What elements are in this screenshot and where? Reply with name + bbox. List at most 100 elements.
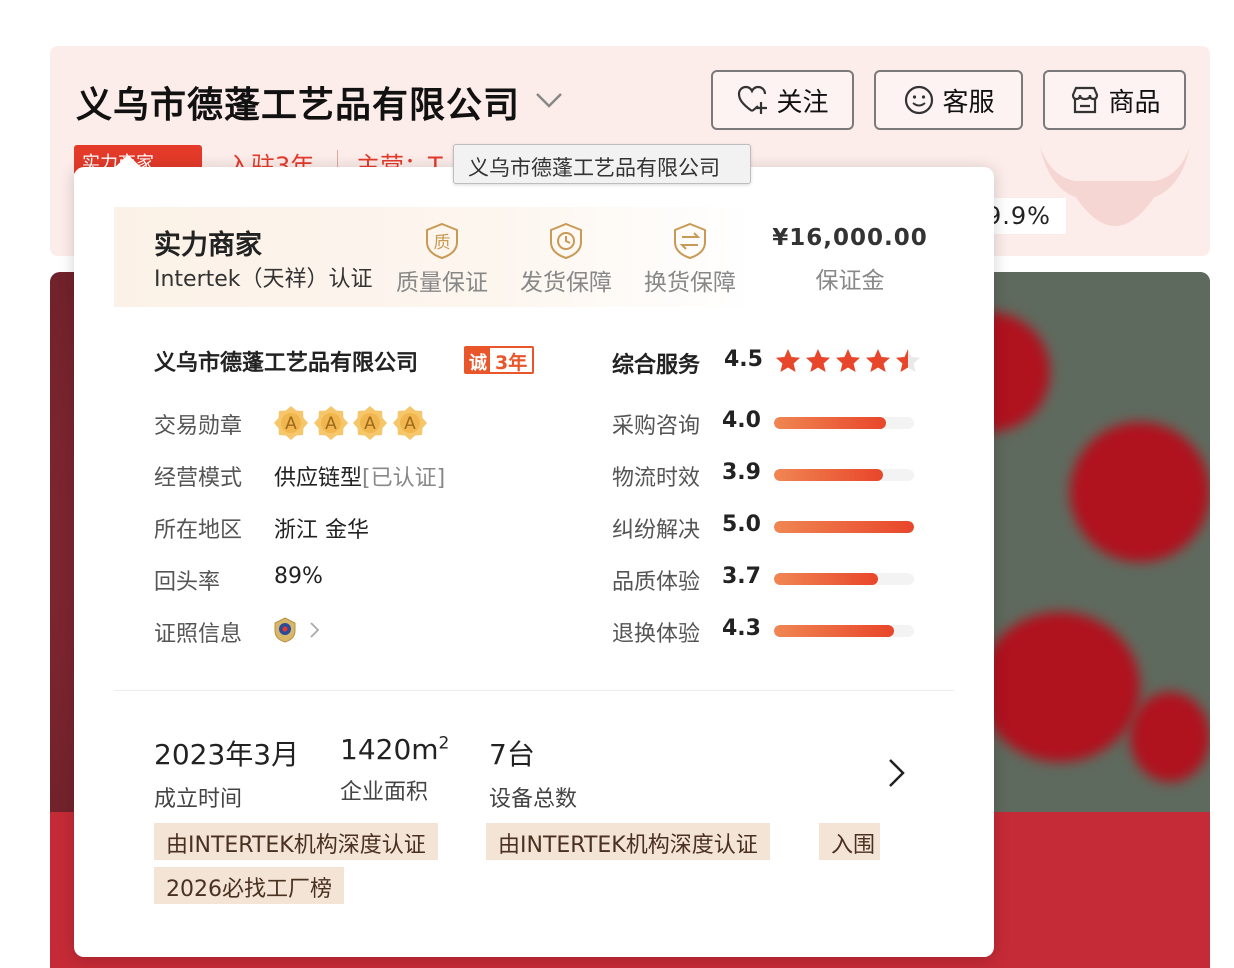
overall-service-score: 4.5	[724, 347, 763, 372]
follow-label: 关注	[776, 87, 829, 118]
shop-name-tooltip: 义乌市德蓬工艺品有限公司	[453, 144, 751, 184]
metric-bar-fill	[774, 417, 886, 429]
banner-blossom	[980, 612, 1140, 762]
deposit-amount: ¥16,000.00	[772, 225, 928, 251]
cert-tag: 入围	[819, 823, 880, 860]
metric-bar	[774, 469, 914, 481]
metric-label: 物流时效	[612, 466, 701, 491]
medal-letter: A	[364, 414, 376, 434]
medal-letter: A	[404, 414, 416, 434]
fact-area: 1420m2 企业面积	[340, 733, 449, 806]
cert-tag: 由INTERTEK机构深度认证	[486, 823, 770, 860]
divider	[114, 690, 954, 691]
integrity-years: 3年	[495, 352, 528, 374]
metric-bar-fill	[774, 521, 914, 533]
metric-bar	[774, 573, 914, 585]
fact-label: 企业面积	[340, 780, 429, 805]
follow-button[interactable]: 关注	[711, 70, 854, 130]
heart-plus-icon	[738, 85, 768, 114]
chevron-down-icon[interactable]	[534, 90, 564, 110]
region-value: 浙江 金华	[274, 518, 369, 543]
deposit: ¥16,000.00 保证金	[760, 225, 940, 295]
banner-blossom	[1130, 692, 1210, 782]
rating-stars	[774, 347, 922, 375]
fact-label: 设备总数	[489, 787, 578, 812]
mode-verified: [已认证]	[362, 466, 446, 491]
delivery-icon	[550, 222, 582, 260]
overall-service-label: 综合服务	[612, 353, 701, 378]
trade-medal-icon: A	[353, 406, 387, 440]
store-icon	[1072, 86, 1099, 114]
strength-title: 实力商家	[154, 230, 262, 261]
metric-bar	[774, 521, 914, 533]
shop-name[interactable]: 义乌市德蓬工艺品有限公司	[76, 76, 520, 128]
guarantee-quality[interactable]: 质 质量保证	[387, 221, 497, 297]
svg-text:质: 质	[434, 233, 451, 253]
metric-bar-fill	[774, 625, 895, 637]
metric-label: 采购咨询	[612, 414, 701, 439]
metric-score: 3.7	[722, 564, 761, 589]
metric-score: 5.0	[722, 512, 761, 537]
star-icon	[776, 349, 800, 372]
metric-bar-fill	[774, 469, 884, 481]
goods-label: 商品	[1108, 87, 1161, 118]
star-icon	[866, 349, 890, 372]
fact-established: 2023年3月 成立时间	[154, 733, 299, 813]
exchange-icon	[674, 222, 706, 260]
fact-area-number: 1420m	[340, 733, 439, 766]
smile-face-icon	[905, 85, 934, 115]
trade-medal-icon: A	[274, 406, 308, 440]
guarantee-delivery[interactable]: 发货保障	[511, 221, 621, 297]
metric-label: 纠纷解决	[612, 518, 701, 543]
mode-label: 经营模式	[154, 466, 243, 491]
quality-icon: 质	[426, 222, 458, 260]
fact-label: 成立时间	[154, 787, 243, 812]
fact-area-unit-sup: 2	[438, 733, 450, 754]
fact-value: 1420m2	[340, 733, 449, 766]
metric-bar-fill	[774, 573, 878, 585]
chevron-right-icon[interactable]	[886, 757, 906, 789]
medal-letter: A	[285, 414, 297, 434]
mode-value: 供应链型[已认证]	[274, 460, 445, 492]
region-label: 所在地区	[154, 518, 243, 543]
trade-medal-icon: A	[392, 406, 427, 440]
medal-label: 交易勋章	[154, 414, 243, 439]
company-name: 义乌市德蓬工艺品有限公司	[154, 351, 419, 376]
metric-bar	[774, 625, 914, 637]
shop-info-popup: 实力商家 Intertek（天祥）认证 质 质量保证 发货保障 换货保障 ¥16…	[74, 155, 994, 957]
fact-value: 2023年3月	[154, 738, 300, 771]
metric-score: 4.0	[722, 408, 761, 433]
integrity-badge: 诚 3年	[464, 346, 535, 374]
star-icon	[836, 349, 860, 372]
guarantee-label: 质量保证	[396, 270, 488, 296]
fact-value: 7台	[489, 738, 535, 771]
star-icon	[806, 349, 830, 372]
deposit-label: 保证金	[815, 268, 885, 294]
guarantee-label: 发货保障	[520, 270, 612, 296]
trade-medal-icon: A	[313, 406, 348, 440]
guarantee-label: 换货保障	[644, 270, 736, 296]
service-label: 客服	[942, 87, 995, 118]
metric-label: 退换体验	[612, 622, 701, 647]
police-emblem-icon[interactable]	[272, 616, 298, 644]
repeat-rate-value: 89%	[274, 564, 323, 589]
guarantee-exchange[interactable]: 换货保障	[635, 221, 745, 297]
chevron-right-icon[interactable]	[308, 621, 320, 639]
bull-mask-icon	[1040, 146, 1190, 226]
integrity-char: 诚	[466, 348, 490, 372]
mode-text: 供应链型	[274, 466, 363, 491]
medal-letter: A	[325, 414, 337, 434]
cert-tag: 由INTERTEK机构深度认证	[154, 823, 438, 860]
cert-tag: 2026必找工厂榜	[154, 867, 344, 904]
popup-arrow	[114, 155, 142, 168]
metric-score: 3.9	[722, 460, 761, 485]
metric-label: 品质体验	[612, 570, 701, 595]
repeat-rate-label: 回头率	[154, 570, 221, 595]
goods-button[interactable]: 商品	[1043, 70, 1186, 130]
metric-score: 4.3	[722, 616, 761, 641]
license-label: 证照信息	[154, 622, 243, 647]
star-icon	[896, 349, 920, 372]
banner-blossom	[1070, 422, 1210, 562]
fact-equipment: 7台 设备总数	[489, 733, 577, 813]
customer-service-button[interactable]: 客服	[874, 70, 1023, 130]
